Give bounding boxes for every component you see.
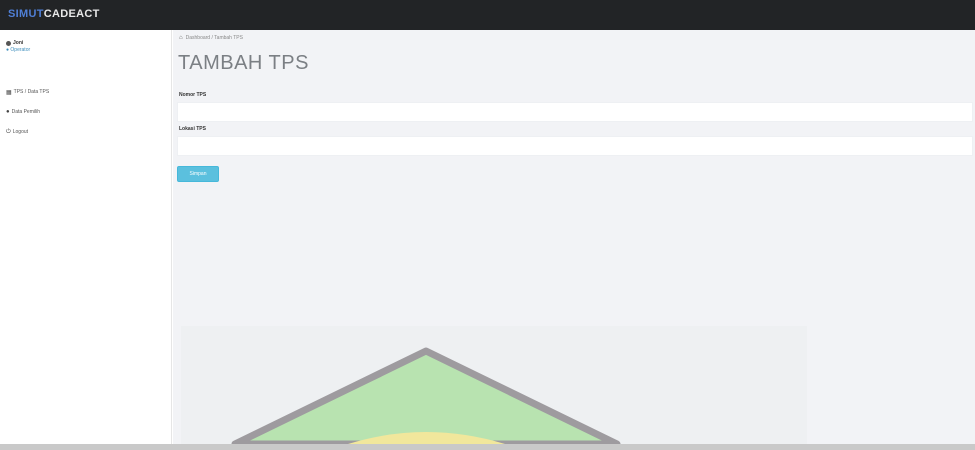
sidebar-menu: ▦ TPS / Data TPS ● Data Pemilih ⏻ Logout <box>0 82 172 142</box>
table-icon: ▦ <box>6 89 12 96</box>
brand-part-1: SIMUT <box>8 8 44 20</box>
app-brand[interactable]: SIMUTCADEACT <box>8 8 100 20</box>
user-name: Joni <box>13 40 24 46</box>
emblem-watermark <box>231 347 621 444</box>
avatar-icon <box>6 40 11 46</box>
emblem-shield <box>231 347 621 444</box>
bottom-strip <box>0 444 975 450</box>
sidebar-item-label: Logout <box>12 129 29 135</box>
main-content: ⌂ Dashboard / Tambah TPS TAMBAH TPS Nomo… <box>173 30 975 444</box>
sidebar-item-tps[interactable]: ▦ TPS / Data TPS <box>0 82 172 102</box>
sidebar-item-data-pemilih[interactable]: ● Data Pemilih <box>0 102 172 122</box>
users-icon: ● <box>6 109 10 115</box>
sidebar-item-logout[interactable]: ⏻ Logout <box>0 122 172 142</box>
sidebar-item-label: Data Pemilih <box>11 109 40 115</box>
sidebar: Joni ● Operator ▦ TPS / Data TPS ● Data … <box>0 30 172 444</box>
user-panel: Joni ● Operator <box>6 40 30 53</box>
user-role: ● Operator <box>6 47 31 53</box>
brand-part-2: CADEACT <box>43 8 100 20</box>
power-icon: ⏻ <box>6 128 11 135</box>
top-navbar: SIMUTCADEACT <box>0 0 975 30</box>
user-name-row: Joni <box>6 40 30 46</box>
sidebar-item-label: TPS / Data TPS <box>13 89 50 95</box>
